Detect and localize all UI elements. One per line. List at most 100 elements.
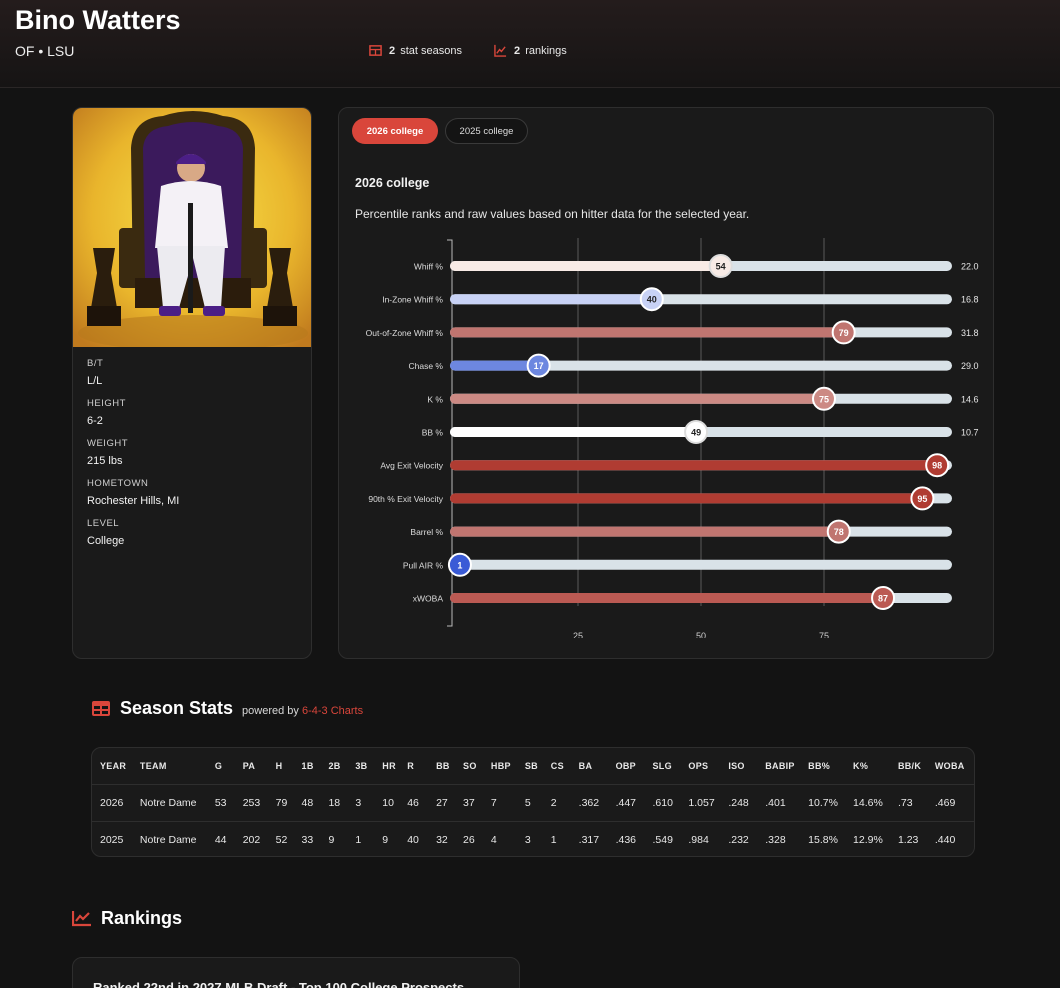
attr-hometown-label: HOMETOWN <box>87 478 149 489</box>
ranking-text: Ranked 22nd in 2027 MLB Draft - Top 100 … <box>93 980 465 988</box>
column-header-sb[interactable]: SB <box>524 748 551 785</box>
cell-r: 46 <box>407 784 437 822</box>
cell-bb: 27 <box>436 784 464 822</box>
table-icon <box>92 701 110 716</box>
cell-so: 26 <box>463 833 475 846</box>
raw-value: 22.0 <box>961 262 979 272</box>
column-header-slg[interactable]: SLG <box>652 748 689 785</box>
column-header-k-[interactable]: K% <box>853 748 898 785</box>
player-name: Bino Watters <box>15 5 181 35</box>
attr-hometown-value: Rochester Hills, MI <box>87 495 180 507</box>
metric-label: xWOBA <box>413 594 444 604</box>
column-header-hr[interactable]: HR <box>382 748 408 785</box>
cell-hr: 10 <box>382 784 408 822</box>
cell-ba: .317 <box>578 833 600 846</box>
cell-2b: 18 <box>328 784 356 822</box>
column-header-so[interactable]: SO <box>463 748 491 785</box>
attr-weight-label: WEIGHT <box>87 438 128 449</box>
column-header-r[interactable]: R <box>407 748 437 785</box>
column-header-year[interactable]: YEAR <box>92 748 140 785</box>
attr-level-label: LEVEL <box>87 518 120 529</box>
metric-label: Out-of-Zone Whiff % <box>366 328 444 338</box>
cell-year: 2026 <box>92 784 140 822</box>
raw-value: 14.6 <box>961 394 979 404</box>
x-tick-label: 50 <box>696 631 706 638</box>
player-header: Bino Watters OF • LSU 2 stat seasons 2 r… <box>0 0 1060 88</box>
raw-value: 16.8 <box>961 295 979 305</box>
percentile-value: 17 <box>534 361 544 371</box>
cell-team: Notre Dame <box>139 833 197 846</box>
x-tick-label: 75 <box>819 631 829 638</box>
column-header-2b[interactable]: 2B <box>328 748 356 785</box>
column-header-ba[interactable]: BA <box>578 748 616 785</box>
cell-ops: .984 <box>688 833 709 846</box>
cell-slg: .610 <box>652 784 689 822</box>
metric-label: In-Zone Whiff % <box>382 295 443 305</box>
metric-label: K % <box>427 394 443 404</box>
cell-hbp: 4 <box>490 833 497 846</box>
player-attributes: B/T L/L HEIGHT 6-2 WEIGHT 215 lbs HOMETO… <box>87 358 179 547</box>
tab-2026-college[interactable]: 2026 college <box>352 118 438 144</box>
column-header-ops[interactable]: OPS <box>688 748 729 785</box>
cell-g: 44 <box>214 833 227 846</box>
player-photo <box>73 108 311 347</box>
column-header-bb-[interactable]: BB% <box>808 748 854 785</box>
percentile-value: 75 <box>819 394 829 404</box>
cell-so: 37 <box>463 784 491 822</box>
column-header-g[interactable]: G <box>214 748 243 785</box>
powered-by: powered by 6-4-3 Charts <box>242 704 364 717</box>
column-header-bb-k[interactable]: BB/K <box>897 748 935 785</box>
percentile-value: 40 <box>647 295 657 305</box>
cell-obp: .436 <box>615 833 637 846</box>
metric-label: BB % <box>422 428 444 438</box>
cell-sb: 5 <box>524 784 551 822</box>
column-header-babip[interactable]: BABIP <box>765 748 809 785</box>
attr-height-label: HEIGHT <box>87 398 126 409</box>
metric-label: Avg Exit Velocity <box>380 461 443 471</box>
cell-ops: 1.057 <box>688 784 729 822</box>
column-header-iso[interactable]: ISO <box>728 748 766 785</box>
column-header-obp[interactable]: OBP <box>615 748 653 785</box>
column-header-h[interactable]: H <box>275 748 302 785</box>
cell-obp: .447 <box>615 784 653 822</box>
column-header-team[interactable]: TEAM <box>139 748 215 785</box>
percentile-value: 98 <box>932 461 942 471</box>
attr-bt-label: B/T <box>87 358 104 369</box>
season-stats-title: Season Stats <box>120 698 234 718</box>
attr-bt-value: L/L <box>87 375 103 387</box>
cell-sb: 3 <box>524 833 531 846</box>
cell-team: Notre Dame <box>139 784 215 822</box>
metric-label: 90th % Exit Velocity <box>368 494 443 504</box>
cell-iso: .232 <box>728 833 749 846</box>
attr-level-value: College <box>87 535 125 547</box>
tab-2025-college[interactable]: 2025 college <box>445 118 528 144</box>
chart-title: 2026 college <box>355 176 430 190</box>
cell-year: 2025 <box>100 833 124 846</box>
cell-pa: 253 <box>242 784 276 822</box>
table-header-row: YEAR TEAM G PA H 1B 2B 3B HR R BB SO HBP SB CS BA OBP SLG… <box>92 748 974 785</box>
percentile-value: 87 <box>878 594 888 604</box>
cell-g: 53 <box>214 784 243 822</box>
x-tick-label: 25 <box>573 631 583 638</box>
cell-cs: 2 <box>550 784 579 822</box>
metric-label: Whiff % <box>414 262 444 272</box>
trend-chart-icon <box>494 44 507 57</box>
attr-weight-value: 215 lbs <box>87 455 123 467</box>
cell-iso: .248 <box>728 784 766 822</box>
percentile-value: 49 <box>691 428 701 438</box>
column-header-1b[interactable]: 1B <box>301 748 329 785</box>
powered-by-link[interactable]: 6-4-3 Charts <box>302 705 363 717</box>
cell-bb-: 10.7% <box>808 784 854 822</box>
table-row: 2025 Notre Dame 44 202 52 33 9 1 9 40 32 26 4 3 1 .317.… <box>92 821 974 856</box>
column-header-pa[interactable]: PA <box>242 748 276 785</box>
cell-hr: 9 <box>382 833 389 846</box>
cell-woba: .440 <box>934 833 956 846</box>
column-header-3b[interactable]: 3B <box>355 748 383 785</box>
column-header-hbp[interactable]: HBP <box>490 748 525 785</box>
percentile-value: 78 <box>834 527 844 537</box>
column-header-bb[interactable]: BB <box>436 748 464 785</box>
cell-cs: 1 <box>550 833 557 846</box>
column-header-cs[interactable]: CS <box>550 748 579 785</box>
metric-label: Barrel % <box>410 527 443 537</box>
column-header-woba[interactable]: WOBA <box>934 748 974 785</box>
